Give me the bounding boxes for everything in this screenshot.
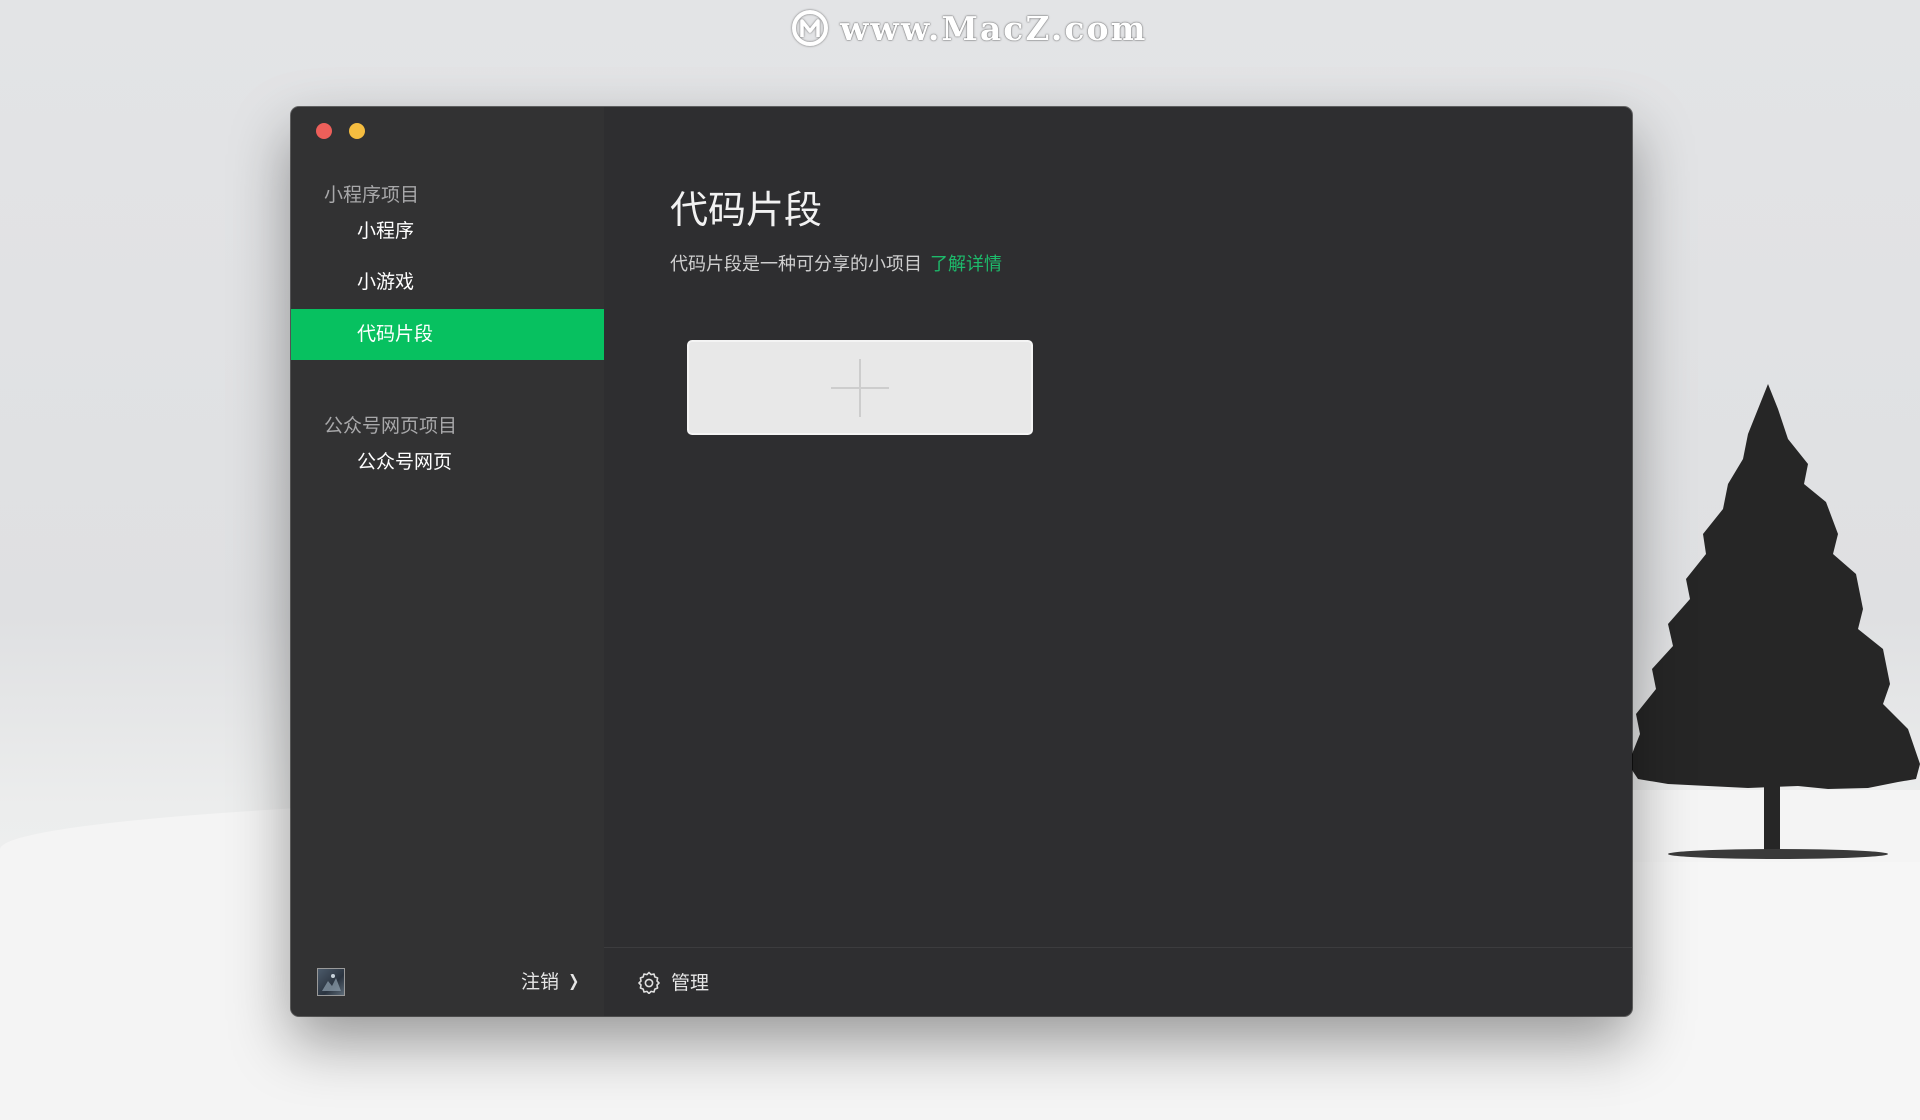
sidebar-group-miniprogram-title: 小程序项目 xyxy=(324,184,420,206)
logout-button[interactable]: 注销 ❯ xyxy=(521,967,580,994)
sidebar-item-label: 公众号网页 xyxy=(357,451,453,473)
sidebar-item-miniprogram[interactable]: 小程序 xyxy=(291,206,604,257)
desktop-snow-field xyxy=(1620,862,1920,1120)
sidebar-item-code-snippets[interactable]: 代码片段 xyxy=(291,309,604,360)
desktop-tree xyxy=(1628,384,1920,859)
chevron-right-icon: ❯ xyxy=(568,971,580,990)
description-text: 代码片段是一种可分享的小项目 xyxy=(670,254,922,275)
learn-more-link[interactable]: 了解详情 xyxy=(930,254,1002,275)
sidebar-item-label: 小游戏 xyxy=(357,271,415,293)
watermark-text: www.MacZ.com xyxy=(840,8,1148,48)
sidebar-item-official-account-web[interactable]: 公众号网页 xyxy=(291,437,604,488)
sidebar-item-label: 代码片段 xyxy=(357,323,434,345)
page-title: 代码片段 xyxy=(670,188,823,232)
watermark: www.MacZ.com xyxy=(790,6,1147,50)
window-minimize-button[interactable] xyxy=(349,123,365,139)
avatar-image-icon xyxy=(322,974,341,991)
sidebar-footer: 注销 ❯ xyxy=(291,947,604,1016)
manage-button[interactable]: 管理 xyxy=(637,968,709,995)
sidebar-item-minigame[interactable]: 小游戏 xyxy=(291,257,604,308)
macz-logo-icon xyxy=(792,10,828,46)
sidebar-item-label: 小程序 xyxy=(357,220,415,242)
page-description: 代码片段是一种可分享的小项目 了解详情 xyxy=(670,250,1002,276)
gear-icon xyxy=(638,971,660,994)
logout-label: 注销 xyxy=(521,971,560,993)
add-snippet-button[interactable] xyxy=(687,340,1033,435)
window-close-button[interactable] xyxy=(316,123,332,139)
sidebar-group-official-account-title: 公众号网页项目 xyxy=(324,415,458,437)
sidebar: 小程序项目 小程序 小游戏 代码片段 公众号网页项目 公众号网页 注销 ❯ xyxy=(291,107,604,1016)
plus-icon xyxy=(831,358,889,417)
avatar[interactable] xyxy=(317,968,345,996)
app-window: 小程序项目 小程序 小游戏 代码片段 公众号网页项目 公众号网页 注销 ❯ 代码… xyxy=(291,107,1632,1016)
manage-label: 管理 xyxy=(671,972,710,994)
main-footer: 管理 xyxy=(604,947,1632,1016)
